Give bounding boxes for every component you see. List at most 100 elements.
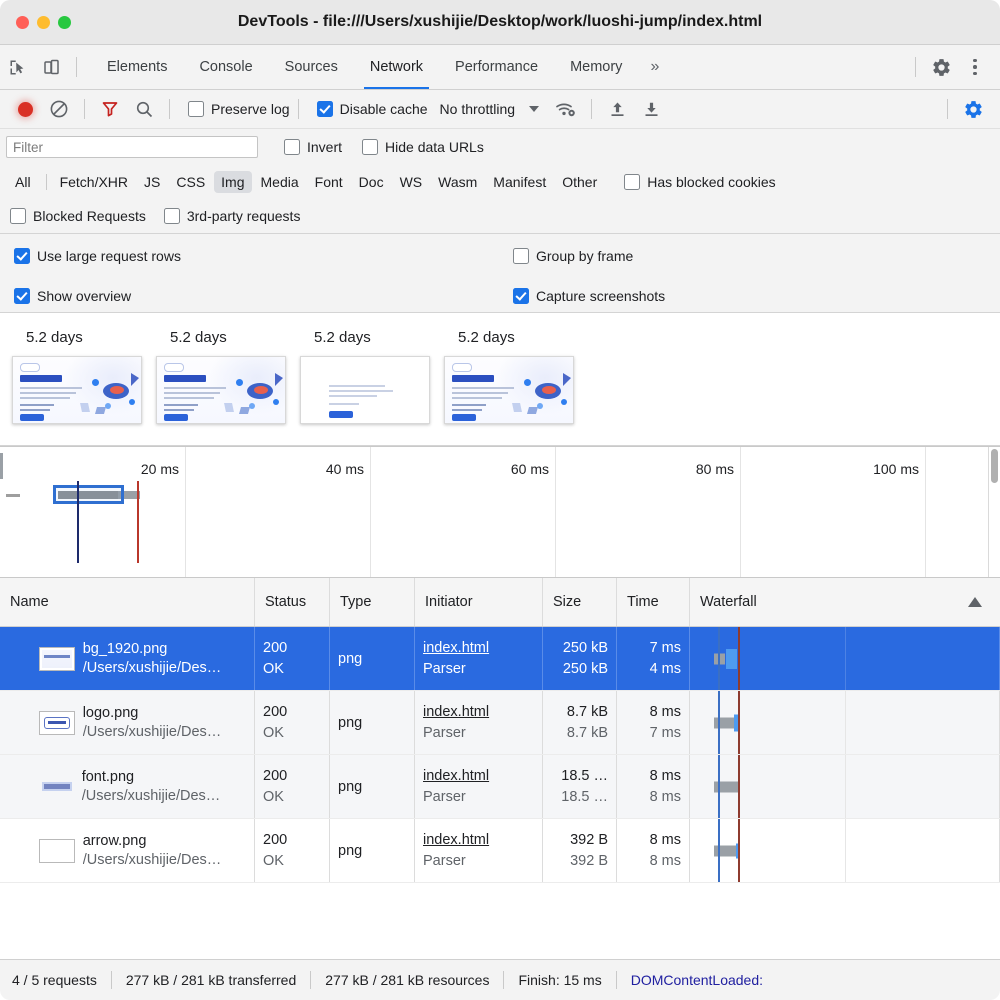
use-large-request-rows-checkbox[interactable]: Use large request rows: [14, 248, 181, 264]
initiator-link[interactable]: index.html: [423, 640, 534, 656]
column-header-size[interactable]: Size: [543, 578, 617, 626]
has-blocked-cookies-box[interactable]: [624, 174, 641, 190]
type-filter-doc[interactable]: Doc: [352, 171, 391, 193]
cell-name[interactable]: bg_1920.png /Users/xushijie/Des…: [0, 627, 255, 690]
download-icon[interactable]: [634, 94, 668, 124]
cell-waterfall[interactable]: [690, 819, 1000, 882]
disable-cache-checkbox[interactable]: Disable cache: [316, 101, 428, 117]
table-row[interactable]: font.png /Users/xushijie/Des… 200 OK png…: [0, 755, 1000, 819]
filmstrip-frame[interactable]: 5.2 days: [12, 323, 156, 424]
chevron-down-icon[interactable]: [529, 106, 540, 112]
overview-tick-80ms: 80 ms: [695, 461, 734, 477]
type-filter-other[interactable]: Other: [555, 171, 604, 193]
initiator-link[interactable]: index.html: [423, 832, 534, 848]
filmstrip-thumbnail[interactable]: [300, 356, 430, 424]
filmstrip-thumbnail[interactable]: [444, 356, 574, 424]
type-filter-wasm[interactable]: Wasm: [431, 171, 484, 193]
close-window-button[interactable]: [16, 15, 29, 29]
column-header-type[interactable]: Type: [330, 578, 415, 626]
type-filter-css[interactable]: CSS: [169, 171, 212, 193]
use-large-request-rows-box[interactable]: [14, 248, 30, 264]
invert-checkbox[interactable]: Invert: [284, 139, 342, 155]
filter-icon[interactable]: [93, 94, 127, 124]
disable-cache-box[interactable]: [316, 101, 333, 117]
blocked-requests-checkbox[interactable]: Blocked Requests: [10, 208, 146, 224]
cell-name[interactable]: arrow.png /Users/xushijie/Des…: [0, 819, 255, 882]
type-filter-media[interactable]: Media: [254, 171, 306, 193]
hide-data-urls-box[interactable]: [362, 139, 379, 155]
cell-initiator: index.html Parser: [415, 755, 543, 818]
type-filter-manifest[interactable]: Manifest: [486, 171, 553, 193]
preserve-log-box[interactable]: [188, 101, 204, 117]
has-blocked-cookies-checkbox[interactable]: Has blocked cookies: [624, 174, 776, 190]
more-tabs-icon[interactable]: »: [638, 45, 671, 89]
initiator-link[interactable]: index.html: [423, 704, 534, 720]
cell-name[interactable]: font.png /Users/xushijie/Des…: [0, 755, 255, 818]
window-controls[interactable]: [0, 15, 71, 29]
filmstrip-frame[interactable]: 5.2 days: [300, 323, 444, 424]
column-header-time[interactable]: Time: [617, 578, 690, 626]
preserve-log-checkbox[interactable]: Preserve log: [188, 101, 290, 117]
table-row[interactable]: logo.png /Users/xushijie/Des… 200 OK png…: [0, 691, 1000, 755]
overview-selection-window[interactable]: [53, 485, 124, 504]
column-header-status[interactable]: Status: [255, 578, 330, 626]
cell-waterfall[interactable]: [690, 691, 1000, 754]
more-options-icon[interactable]: [958, 52, 992, 82]
tab-sources[interactable]: Sources: [269, 45, 354, 89]
column-header-waterfall[interactable]: Waterfall: [690, 578, 1000, 626]
column-header-initiator[interactable]: Initiator: [415, 578, 543, 626]
tab-console[interactable]: Console: [183, 45, 268, 89]
type-filter-all[interactable]: All: [8, 171, 38, 193]
network-settings-gear-icon[interactable]: [956, 94, 990, 124]
type-filter-ws[interactable]: WS: [393, 171, 430, 193]
filmstrip-thumbnail[interactable]: [156, 356, 286, 424]
third-party-requests-checkbox[interactable]: 3rd-party requests: [163, 208, 300, 224]
record-button[interactable]: [8, 94, 42, 124]
third-party-requests-box[interactable]: [163, 208, 180, 224]
search-icon[interactable]: [127, 94, 161, 124]
zoom-window-button[interactable]: [58, 15, 71, 29]
overview-scrollbar[interactable]: [988, 447, 1000, 577]
table-row[interactable]: bg_1920.png /Users/xushijie/Des… 200 OK …: [0, 627, 1000, 691]
throttling-select[interactable]: No throttling: [440, 101, 515, 117]
blocked-requests-box[interactable]: [10, 208, 26, 224]
filmstrip-frame[interactable]: 5.2 days: [156, 323, 300, 424]
group-by-frame-checkbox[interactable]: Group by frame: [513, 248, 633, 264]
capture-screenshots-box[interactable]: [513, 288, 529, 304]
cell-waterfall[interactable]: [690, 627, 1000, 690]
tab-performance[interactable]: Performance: [439, 45, 554, 89]
tab-elements[interactable]: Elements: [91, 45, 183, 89]
filmstrip-thumbnail[interactable]: [12, 356, 142, 424]
blocked-requests-label: Blocked Requests: [33, 208, 146, 224]
clear-button[interactable]: [42, 94, 76, 124]
settings-gear-icon[interactable]: [924, 52, 958, 82]
show-overview-checkbox[interactable]: Show overview: [14, 288, 131, 304]
page-screenshot-art: [13, 357, 141, 423]
network-overview[interactable]: 20 ms 40 ms 60 ms 80 ms 100 ms: [0, 446, 1000, 578]
sort-ascending-icon[interactable]: [968, 597, 982, 607]
show-overview-box[interactable]: [14, 288, 30, 304]
device-toolbar-icon[interactable]: [34, 52, 68, 82]
type-filter-img[interactable]: Img: [214, 171, 252, 193]
type-filter-font[interactable]: Font: [308, 171, 350, 193]
tab-memory[interactable]: Memory: [554, 45, 638, 89]
filmstrip-frame[interactable]: 5.2 days: [444, 323, 588, 424]
initiator-link[interactable]: index.html: [423, 768, 534, 784]
initiator-detail: Parser: [423, 661, 466, 677]
upload-icon[interactable]: [600, 94, 634, 124]
group-by-frame-box[interactable]: [513, 248, 529, 264]
capture-screenshots-checkbox[interactable]: Capture screenshots: [513, 288, 665, 304]
type-filter-fetch-xhr[interactable]: Fetch/XHR: [53, 171, 135, 193]
inspect-element-icon[interactable]: [0, 52, 34, 82]
cell-waterfall[interactable]: [690, 755, 1000, 818]
table-row[interactable]: arrow.png /Users/xushijie/Des… 200 OK pn…: [0, 819, 1000, 883]
tab-network[interactable]: Network: [354, 45, 439, 89]
column-header-name[interactable]: Name: [0, 578, 255, 626]
minimize-window-button[interactable]: [37, 15, 50, 29]
invert-box[interactable]: [284, 139, 300, 155]
type-filter-js[interactable]: JS: [137, 171, 167, 193]
cell-name[interactable]: logo.png /Users/xushijie/Des…: [0, 691, 255, 754]
wifi-settings-icon[interactable]: [549, 94, 583, 124]
filter-input[interactable]: [6, 136, 258, 158]
hide-data-urls-checkbox[interactable]: Hide data URLs: [362, 139, 484, 155]
